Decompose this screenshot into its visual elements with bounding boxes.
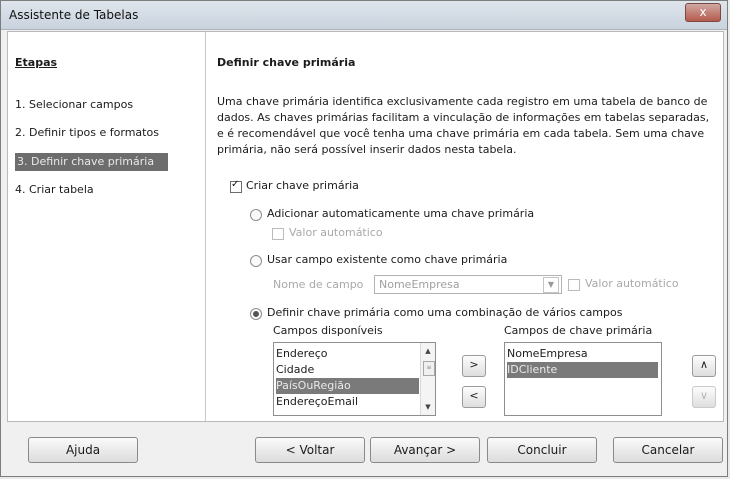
list-item[interactable]: NomeEmpresa [507, 346, 588, 362]
title-bar: Assistente de Tabelas x [1, 1, 727, 30]
use-existing-label: Usar campo existente como chave primária [267, 253, 508, 266]
move-up-button[interactable]: ∧ [692, 355, 716, 377]
field-name-value: NomeEmpresa [379, 278, 460, 291]
use-existing-radio[interactable] [250, 255, 262, 267]
list-item[interactable]: Endereço [276, 346, 328, 362]
auto-add-autovalue-checkbox[interactable] [272, 228, 284, 240]
chevron-down-icon[interactable]: ▼ [543, 277, 559, 293]
available-fields-label: Campos disponíveis [273, 324, 383, 337]
field-name-combo[interactable]: NomeEmpresa ▼ [374, 275, 562, 294]
page-description: Uma chave primária identifica exclusivam… [217, 95, 710, 156]
step-define-primary-key[interactable]: 3. Definir chave primária [15, 153, 168, 171]
combination-radio[interactable] [250, 308, 262, 320]
help-button[interactable]: Ajuda [28, 437, 138, 463]
scroll-up-icon[interactable]: ▲ [422, 345, 434, 357]
step-create-table[interactable]: 4. Criar tabela [15, 181, 195, 199]
auto-add-radio[interactable] [250, 209, 262, 221]
finish-button[interactable]: Concluir [487, 437, 597, 463]
remove-field-button[interactable]: < [462, 386, 486, 408]
combination-label: Definir chave primária como uma combinaç… [267, 306, 623, 319]
existing-autovalue-label: Valor automático [585, 277, 679, 290]
available-fields-scrollbar[interactable]: ▲ ≡ ▼ [420, 343, 435, 415]
available-fields-list[interactable]: Endereço Cidade PaísOuRegião EndereçoEma… [273, 342, 436, 416]
scroll-down-icon[interactable]: ▼ [422, 401, 434, 413]
window-title: Assistente de Tabelas [9, 8, 139, 22]
next-button[interactable]: Avançar > [370, 437, 480, 463]
pk-fields-label: Campos de chave primária [504, 324, 653, 337]
scroll-thumb[interactable]: ≡ [423, 361, 435, 376]
add-field-button[interactable]: > [462, 355, 486, 377]
cancel-button[interactable]: Cancelar [613, 437, 723, 463]
table-wizard-window: Assistente de Tabelas x Etapas 1. Seleci… [0, 0, 728, 477]
auto-add-label: Adicionar automaticamente uma chave prim… [267, 207, 535, 220]
move-down-button[interactable]: ∨ [692, 386, 716, 408]
field-name-label: Nome de campo [273, 278, 364, 291]
steps-panel: Etapas 1. Selecionar campos 2. Definir t… [8, 32, 206, 421]
auto-add-autovalue-label: Valor automático [289, 226, 383, 239]
page-title: Definir chave primária [217, 56, 356, 69]
back-button[interactable]: < Voltar [255, 437, 365, 463]
existing-autovalue-checkbox[interactable] [568, 279, 580, 291]
step-define-types[interactable]: 2. Definir tipos e formatos [15, 124, 195, 142]
list-item[interactable]: Cidade [276, 362, 314, 378]
create-primary-key-label: Criar chave primária [246, 179, 359, 192]
step-select-fields[interactable]: 1. Selecionar campos [15, 96, 195, 114]
close-button[interactable]: x [685, 3, 721, 22]
wizard-body: Etapas 1. Selecionar campos 2. Definir t… [7, 31, 724, 422]
pk-fields-list[interactable]: NomeEmpresa IDCliente [504, 342, 662, 416]
list-item[interactable]: EndereçoEmail [276, 394, 358, 410]
list-item[interactable]: PaísOuRegião [276, 378, 419, 394]
list-item[interactable]: IDCliente [507, 362, 658, 378]
button-bar: Ajuda < Voltar Avançar > Concluir Cancel… [1, 421, 727, 476]
steps-title: Etapas [15, 56, 58, 69]
create-primary-key-checkbox[interactable] [230, 179, 242, 193]
